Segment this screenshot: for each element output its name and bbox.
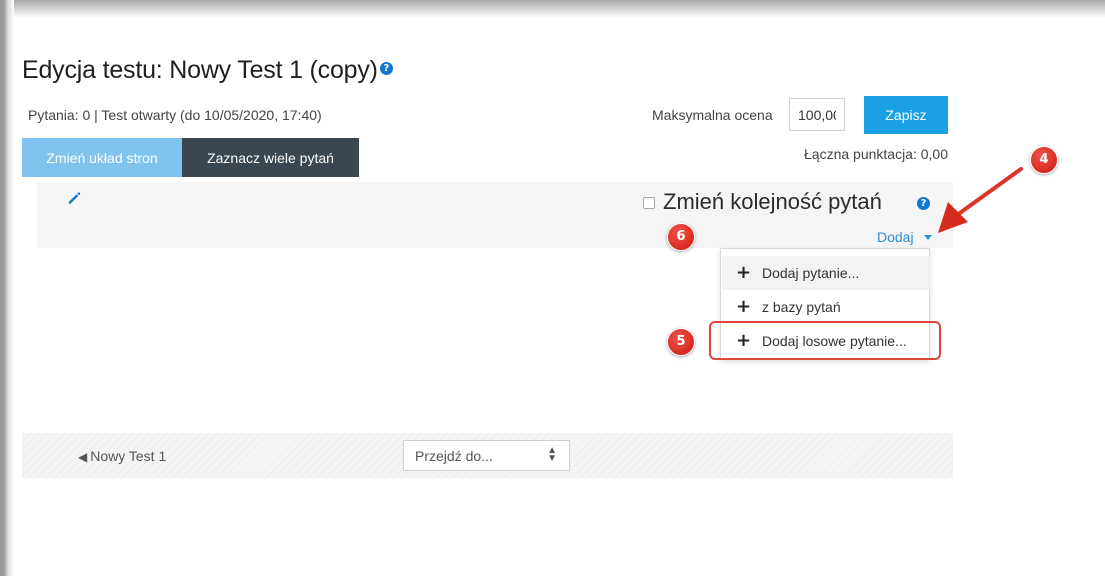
question-circle-icon[interactable]: ?	[379, 61, 393, 75]
prev-activity-label: Nowy Test 1	[90, 448, 167, 464]
pencil-icon[interactable]	[66, 190, 82, 206]
prev-activity-link[interactable]: ◀ Nowy Test 1	[78, 448, 166, 464]
save-button[interactable]: Zapisz	[864, 96, 948, 134]
annotation-badge: 6	[667, 223, 695, 251]
annotation-badge: 4	[1030, 146, 1058, 174]
annotation-highlight-box	[709, 321, 941, 360]
triangle-left-icon: ◀	[78, 450, 88, 464]
add-dropdown-toggle[interactable]: Dodaj	[877, 229, 914, 245]
page-title: Edycja testu: Nowy Test 1 (copy)?	[22, 56, 393, 85]
menu-item-label: z bazy pytań	[762, 299, 841, 315]
max-grade-label: Maksymalna ocena	[652, 107, 773, 123]
question-circle-icon[interactable]: ?	[917, 197, 930, 210]
repaginate-button[interactable]: Zmień układ stron	[22, 138, 182, 177]
max-grade-input[interactable]	[789, 98, 845, 131]
shuffle-checkbox[interactable]	[643, 197, 655, 209]
menu-item-label: Dodaj pytanie...	[762, 265, 860, 281]
annotation-arrow	[938, 167, 1023, 233]
quiz-status: Pytania: 0 | Test otwarty (do 10/05/2020…	[28, 107, 322, 123]
jump-to-label: Przejdź do...	[415, 448, 493, 464]
menu-item-from-question-bank[interactable]: + z bazy pytań	[722, 290, 930, 324]
annotation-badge: 5	[667, 328, 695, 356]
plus-icon: +	[736, 296, 752, 317]
plus-icon: +	[736, 262, 752, 283]
window-left-border	[0, 0, 14, 576]
jump-to-select[interactable]: Przejdź do... ▲ ▼	[403, 440, 570, 471]
menu-item-add-question[interactable]: + Dodaj pytanie...	[722, 256, 930, 290]
shuffle-label: Zmień kolejność pytań	[663, 189, 882, 214]
total-points: Łączna punktacja: 0,00	[804, 146, 948, 162]
window-top-shadow	[0, 0, 1105, 18]
select-multiple-button[interactable]: Zaznacz wiele pytań	[182, 138, 359, 177]
up-down-caret-icon: ▲ ▼	[547, 445, 557, 464]
